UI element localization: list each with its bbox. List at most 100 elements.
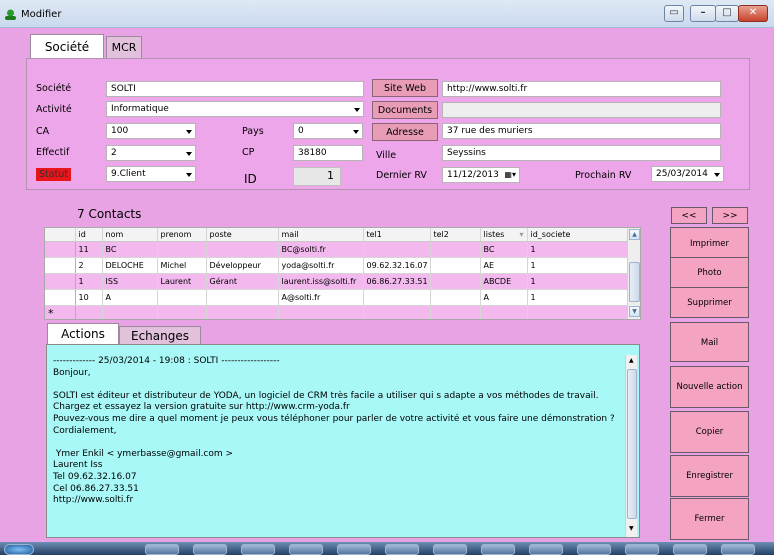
cell-tel2[interactable] bbox=[430, 289, 481, 306]
cell-listes[interactable]: AE bbox=[480, 257, 528, 274]
cp-field[interactable]: 38180 bbox=[293, 145, 363, 161]
cell-mail[interactable]: laurent.iss@solti.fr bbox=[278, 273, 364, 290]
cell-id-societe[interactable]: 1 bbox=[527, 273, 629, 290]
enregistrer-button[interactable]: Enregistrer bbox=[670, 455, 749, 497]
column-header-prenom[interactable]: prenom bbox=[157, 228, 207, 242]
prev-button[interactable]: << bbox=[671, 207, 707, 224]
ville-field[interactable]: Seyssins bbox=[442, 145, 721, 161]
cell-poste[interactable]: Développeur bbox=[206, 257, 279, 274]
scroll-down-icon[interactable]: ▼ bbox=[629, 306, 640, 317]
documents-button[interactable]: Documents bbox=[372, 101, 438, 119]
column-header-tel1[interactable]: tel1 bbox=[363, 228, 431, 242]
cell-tel1[interactable]: 06.86.27.33.51 bbox=[363, 273, 431, 290]
row-selector[interactable] bbox=[45, 257, 76, 274]
pays-select[interactable]: 0 bbox=[293, 123, 363, 139]
cell-prenom[interactable]: Laurent bbox=[157, 273, 207, 290]
scroll-down-icon[interactable]: ▼ bbox=[629, 525, 634, 532]
supprimer-button[interactable]: Supprimer bbox=[670, 287, 749, 318]
close-window-button[interactable]: ✕ bbox=[738, 5, 768, 22]
start-button[interactable] bbox=[4, 544, 34, 555]
fermer-button[interactable]: Fermer bbox=[670, 498, 749, 540]
site-web-button[interactable]: Site Web bbox=[372, 79, 438, 97]
tab-actions[interactable]: Actions bbox=[47, 323, 119, 344]
taskbar-app-button[interactable] bbox=[385, 544, 419, 555]
text-scrollbar[interactable]: ▲ ▼ bbox=[625, 355, 637, 537]
adresse-button[interactable]: Adresse bbox=[372, 123, 438, 141]
cell-tel2[interactable] bbox=[430, 273, 481, 290]
copier-button[interactable]: Copier bbox=[670, 411, 749, 453]
statut-select[interactable]: 9.Client bbox=[106, 166, 196, 182]
activite-select[interactable]: Informatique bbox=[106, 101, 364, 117]
row-selector[interactable] bbox=[45, 273, 76, 290]
cell-id[interactable]: 10 bbox=[75, 289, 103, 306]
actions-textarea[interactable]: ------------- 25/03/2014 - 19:08 : SOLTI… bbox=[46, 344, 640, 538]
cell-nom[interactable]: BC bbox=[102, 241, 158, 258]
grid-scrollbar[interactable]: ▲ ▼ bbox=[627, 228, 640, 319]
mail-button[interactable]: Mail bbox=[670, 322, 749, 362]
cell-mail[interactable]: yoda@solti.fr bbox=[278, 257, 364, 274]
tab-mcr[interactable]: MCR bbox=[106, 36, 142, 58]
photo-button[interactable]: Photo bbox=[670, 257, 749, 288]
cell-listes[interactable]: ABCDE bbox=[480, 273, 528, 290]
taskbar-app-button[interactable] bbox=[721, 544, 755, 555]
cell-prenom[interactable]: Michel bbox=[157, 257, 207, 274]
taskbar-app-button[interactable] bbox=[193, 544, 227, 555]
cell-id[interactable]: 1 bbox=[75, 273, 103, 290]
cell-id-societe[interactable]: 1 bbox=[527, 257, 629, 274]
cell-mail[interactable]: BC@solti.fr bbox=[278, 241, 364, 258]
cell-id[interactable]: 11 bbox=[75, 241, 103, 258]
nouvelle-action-button[interactable]: Nouvelle action bbox=[670, 366, 749, 408]
column-header-nom[interactable]: nom bbox=[102, 228, 158, 242]
cell-nom[interactable]: A bbox=[102, 289, 158, 306]
taskbar-app-button[interactable] bbox=[529, 544, 563, 555]
taskbar-app-button[interactable] bbox=[577, 544, 611, 555]
cell-id-societe[interactable]: 1 bbox=[527, 241, 629, 258]
column-header-tel2[interactable]: tel2 bbox=[430, 228, 481, 242]
scroll-up-icon[interactable]: ▲ bbox=[629, 229, 640, 240]
prochain-rv-select[interactable]: 25/03/2014 bbox=[651, 166, 724, 182]
cell-tel1[interactable]: 09.62.32.16.07 bbox=[363, 257, 431, 274]
dernier-rv-date[interactable]: 11/12/2013 ▦▾ bbox=[442, 167, 520, 183]
cell-id[interactable]: 2 bbox=[75, 257, 103, 274]
minimize-button[interactable]: – bbox=[690, 5, 716, 22]
cell-nom[interactable]: ISS bbox=[102, 273, 158, 290]
maximize-button[interactable]: □ bbox=[715, 5, 739, 22]
cell-tel1[interactable] bbox=[363, 241, 431, 258]
taskbar-app-button[interactable] bbox=[241, 544, 275, 555]
cell-tel2[interactable] bbox=[430, 257, 481, 274]
societe-field[interactable]: SOLTI bbox=[106, 81, 364, 97]
next-button[interactable]: >> bbox=[712, 207, 748, 224]
cell-prenom[interactable] bbox=[157, 241, 207, 258]
taskbar-app-button[interactable] bbox=[289, 544, 323, 555]
cell-poste[interactable] bbox=[206, 289, 279, 306]
taskbar-app-button[interactable] bbox=[145, 544, 179, 555]
taskbar-app-button[interactable] bbox=[625, 544, 659, 555]
taskbar-app-button[interactable] bbox=[481, 544, 515, 555]
scroll-up-icon[interactable]: ▲ bbox=[629, 357, 634, 364]
scroll-thumb[interactable] bbox=[627, 369, 637, 519]
cell-tel2[interactable] bbox=[430, 241, 481, 258]
column-header-listes[interactable]: listes ▾ bbox=[480, 228, 528, 242]
row-selector[interactable] bbox=[45, 289, 76, 306]
taskbar-app-button[interactable] bbox=[337, 544, 371, 555]
cell-nom[interactable]: DELOCHE bbox=[102, 257, 158, 274]
table-row[interactable]: 1 ISS Laurent Gérant laurent.iss@solti.fr 06.… bbox=[45, 273, 629, 290]
cell-mail[interactable]: A@solti.fr bbox=[278, 289, 364, 306]
cell-id-societe[interactable]: 1 bbox=[527, 289, 629, 306]
contacts-grid[interactable]: id nom prenom poste mail tel1 tel2 liste… bbox=[44, 227, 641, 320]
scroll-thumb[interactable] bbox=[629, 262, 640, 302]
table-row[interactable]: 11 BC BC@solti.fr BC 1 bbox=[45, 241, 629, 258]
column-header-mail[interactable]: mail bbox=[278, 228, 364, 242]
tab-echanges[interactable]: Echanges bbox=[119, 326, 201, 344]
column-header-id-societe[interactable]: id_societe bbox=[527, 228, 629, 242]
ca-select[interactable]: 100 bbox=[106, 123, 196, 139]
table-row[interactable]: 10 A A@solti.fr A 1 bbox=[45, 289, 629, 306]
cell-prenom[interactable] bbox=[157, 289, 207, 306]
adresse-field[interactable]: 37 rue des muriers bbox=[442, 123, 721, 139]
tab-societe[interactable]: Société bbox=[30, 34, 104, 58]
cell-tel1[interactable] bbox=[363, 289, 431, 306]
column-header-id[interactable]: id bbox=[75, 228, 103, 242]
site-web-field[interactable]: http://www.solti.fr bbox=[442, 81, 721, 97]
new-row[interactable]: * bbox=[45, 305, 629, 319]
extra-window-button[interactable]: ▭ bbox=[664, 5, 684, 22]
